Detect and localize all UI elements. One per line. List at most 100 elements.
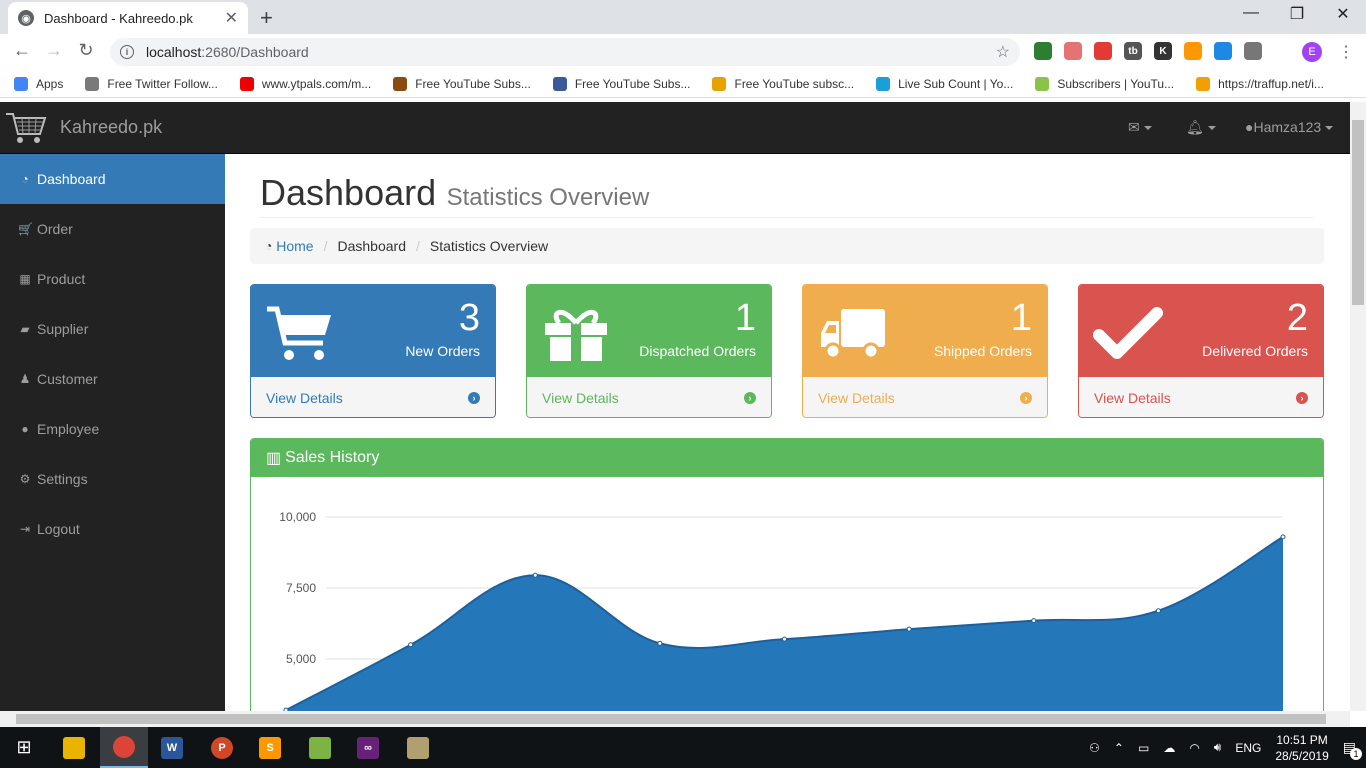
color-ext-icon[interactable] xyxy=(1184,42,1202,60)
user-name: Hamza123 xyxy=(1253,119,1322,135)
sidebar-item-logout[interactable]: ⇥ Logout xyxy=(0,504,225,554)
bookmark-item[interactable]: www.ytpals.com/m... xyxy=(239,76,371,91)
data-point[interactable] xyxy=(1280,534,1286,540)
site-info-icon[interactable]: i xyxy=(120,45,134,59)
data-point[interactable] xyxy=(657,640,663,646)
taskbar-word[interactable]: W xyxy=(148,727,196,768)
dashboard-icon: ◔ xyxy=(21,172,29,186)
taskbar-explorer[interactable] xyxy=(50,727,98,768)
clock-time: 10:51 PM xyxy=(1276,732,1328,747)
taskbar-chrome[interactable] xyxy=(100,727,148,768)
data-point[interactable] xyxy=(1031,618,1037,624)
k-ext-icon[interactable]: K xyxy=(1154,42,1172,60)
people-icon[interactable]: ⚇ xyxy=(1089,741,1100,755)
wifi-icon[interactable]: ◠ xyxy=(1189,741,1199,755)
cloud-icon[interactable]: ☁ xyxy=(1163,741,1175,755)
bar-chart-icon: ▥ xyxy=(266,450,282,467)
breadcrumb-item-dashboard: Dashboard xyxy=(337,238,407,254)
tray-chevron-up-icon[interactable]: ⌃ xyxy=(1114,741,1124,755)
sidebar-item-supplier[interactable]: ▰ Supplier xyxy=(0,304,225,354)
back-icon[interactable]: ← xyxy=(10,40,34,61)
messages-dropdown[interactable]: ✉ xyxy=(1128,119,1152,136)
view-details-link[interactable]: View Details › xyxy=(251,377,495,417)
horizontal-scroll-thumb[interactable] xyxy=(16,714,1326,724)
bookmark-item[interactable]: Live Sub Count | Yo... xyxy=(876,76,1013,91)
notifications-icon[interactable]: ▤ 1 xyxy=(1343,739,1362,760)
profile-avatar[interactable]: E xyxy=(1302,42,1322,62)
vertical-scroll-thumb[interactable] xyxy=(1352,120,1364,305)
tb-ext-icon[interactable]: tb xyxy=(1124,42,1142,60)
taskbar-tools[interactable] xyxy=(394,727,442,768)
browser-toolbar: ← → ↻ i localhost:2680/Dashboard ☆ tb K E… xyxy=(0,34,1366,70)
bookmark-item[interactable]: Free YouTube subsc... xyxy=(712,76,854,91)
sidebar-item-dashboard[interactable]: ◔ Dashboard xyxy=(0,154,225,204)
view-details-link[interactable]: View Details › xyxy=(527,377,771,417)
bookmark-star-icon[interactable]: ☆ xyxy=(996,42,1010,62)
data-point[interactable] xyxy=(1155,608,1161,614)
language-indicator[interactable]: ENG xyxy=(1235,741,1261,755)
ytpals-icon xyxy=(239,76,254,91)
tab-close-icon[interactable]: ✕ xyxy=(225,8,238,28)
data-point[interactable] xyxy=(906,626,912,632)
bookmark-label: Free YouTube Subs... xyxy=(574,76,691,91)
breadcrumb-home-link[interactable]: Home xyxy=(276,238,313,254)
data-point[interactable] xyxy=(782,636,787,642)
minimize-icon[interactable]: — xyxy=(1228,4,1274,22)
bookmark-item[interactable]: Free Twitter Follow... xyxy=(85,76,218,91)
heart-ext-icon[interactable] xyxy=(1094,42,1112,60)
panel-label: New Orders xyxy=(405,343,480,359)
diamond-icon xyxy=(1035,76,1050,91)
new-tab-icon[interactable]: + xyxy=(260,5,273,31)
brand-name[interactable]: Kahreedo.pk xyxy=(60,117,162,138)
taskbar-sublime[interactable]: S xyxy=(246,727,294,768)
data-point[interactable] xyxy=(532,572,538,578)
address-bar[interactable]: i localhost:2680/Dashboard ☆ xyxy=(110,38,1020,66)
battery-icon[interactable]: ▭ xyxy=(1138,741,1149,755)
taskbar-powerpoint[interactable]: P xyxy=(198,727,246,768)
maximize-icon[interactable]: ❐ xyxy=(1274,4,1320,24)
y-tick-label: 5,000 xyxy=(286,652,316,666)
alerts-dropdown[interactable]: 🔔︎ xyxy=(1186,119,1216,136)
sidebar-item-customer[interactable]: ♟ Customer xyxy=(0,354,225,404)
notification-count: 1 xyxy=(1350,748,1362,760)
sidebar-item-product[interactable]: ▦ Product xyxy=(0,254,225,304)
user-icon: ● xyxy=(21,422,29,436)
sales-history-chart: 5,000 7,500 10,000 xyxy=(279,510,1286,711)
bookmark-item[interactable]: Subscribers | YouTu... xyxy=(1035,76,1174,91)
start-button[interactable]: ⊞ xyxy=(0,727,48,768)
view-details-link[interactable]: View Details › xyxy=(1079,377,1323,417)
powerpoint-icon: P xyxy=(211,736,233,759)
panel-label: Shipped Orders xyxy=(933,343,1032,359)
globe-ext-icon[interactable] xyxy=(1034,42,1052,60)
blocker-ext-icon[interactable] xyxy=(1064,42,1082,60)
bookmark-item[interactable]: Free YouTube Subs... xyxy=(393,76,531,91)
sidebar-item-employee[interactable]: ● Employee xyxy=(0,404,225,454)
view-details-link[interactable]: View Details › xyxy=(803,377,1047,417)
bookmark-item[interactable]: Apps xyxy=(14,76,63,91)
browser-tab[interactable]: ◉ Dashboard - Kahreedo.pk ✕ xyxy=(8,2,248,34)
bookmark-item[interactable]: https://traffup.net/i... xyxy=(1196,76,1324,91)
data-point[interactable] xyxy=(408,642,414,648)
folder-icon xyxy=(63,736,85,759)
check-icon xyxy=(1093,303,1163,363)
taskbar-charts-app[interactable] xyxy=(296,727,344,768)
url-path: :2680/Dashboard xyxy=(201,44,309,60)
sales-area xyxy=(286,536,1283,711)
clock[interactable]: 10:51 PM 28/5/2019 xyxy=(1275,732,1328,764)
reload-icon[interactable]: ↻ xyxy=(74,40,98,61)
forward-icon[interactable]: → xyxy=(42,40,66,61)
sidebar-item-order[interactable]: 🛒 Order xyxy=(0,204,225,254)
horizontal-scrollbar[interactable] xyxy=(0,711,1350,727)
user-dropdown[interactable]: ●Hamza123 xyxy=(1245,119,1334,135)
thumbs-up-icon xyxy=(552,76,567,91)
vertical-scrollbar[interactable] xyxy=(1350,102,1366,711)
arrow-circle-right-icon: › xyxy=(1020,392,1032,404)
window-close-icon[interactable]: ✕ xyxy=(1320,4,1366,24)
bookmark-item[interactable]: Free YouTube Subs... xyxy=(552,76,691,91)
browser-menu-icon[interactable]: ⋮ xyxy=(1338,42,1354,62)
volume-icon[interactable]: 🔊︎ xyxy=(1214,740,1222,755)
window-ext-icon[interactable] xyxy=(1214,42,1232,60)
gear-ext-icon[interactable] xyxy=(1244,42,1262,60)
taskbar-visual-studio[interactable]: ∞ xyxy=(344,727,392,768)
sidebar-item-settings[interactable]: ⚙ Settings xyxy=(0,454,225,504)
